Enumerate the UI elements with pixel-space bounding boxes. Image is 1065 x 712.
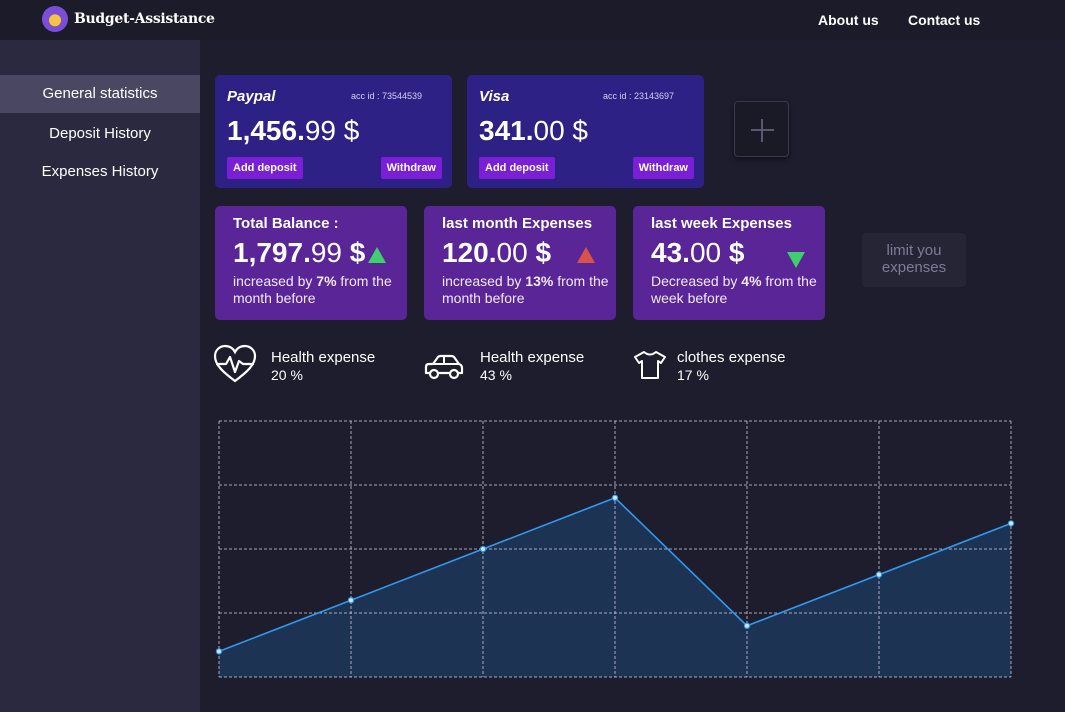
stat-amount: 120.00 $ bbox=[442, 237, 551, 269]
withdraw-button[interactable]: Withdraw bbox=[380, 157, 442, 179]
account-balance: 1,456.99 $ bbox=[227, 115, 359, 147]
plus-icon-vertical bbox=[761, 119, 763, 142]
amount-decimal: 99 bbox=[310, 237, 343, 268]
chart-data-point bbox=[611, 494, 619, 502]
amount-integer: 43. bbox=[651, 237, 690, 268]
expenses-area-chart bbox=[215, 420, 1015, 678]
chart-data-point bbox=[215, 648, 223, 655]
top-bar: Budget-Assistance About us Contact us bbox=[0, 0, 1065, 40]
account-name: Paypal bbox=[227, 88, 276, 105]
sidebar-item-deposit-history[interactable]: Deposit History bbox=[0, 115, 200, 153]
balance-decimal: 99 $ bbox=[304, 115, 360, 146]
account-id: acc id : 73544539 bbox=[350, 91, 422, 101]
tshirt-icon bbox=[634, 351, 666, 379]
account-name: Visa bbox=[479, 88, 510, 105]
balance-integer: 341. bbox=[479, 115, 534, 146]
stat-title: last week Expenses bbox=[651, 215, 792, 232]
desc-percent: 7% bbox=[316, 273, 337, 289]
stat-amount: 1,797.99 $ bbox=[233, 237, 365, 269]
desc-prefix: increased by bbox=[442, 273, 526, 289]
category-label: clothes expense bbox=[677, 349, 786, 366]
piggy-logo-icon[interactable] bbox=[42, 6, 68, 32]
chart-data-point bbox=[347, 596, 355, 604]
heart-pulse-icon bbox=[213, 344, 257, 383]
balance-decimal: 00 $ bbox=[533, 115, 589, 146]
chart-data-point bbox=[875, 571, 883, 578]
amount-integer: 1,797. bbox=[233, 237, 311, 268]
chart-data-point bbox=[1007, 520, 1015, 527]
sidebar-item-general-statistics[interactable]: General statistics bbox=[0, 75, 200, 113]
amount-decimal: 00 bbox=[689, 237, 722, 268]
desc-percent: 4% bbox=[741, 273, 762, 289]
desc-prefix: increased by bbox=[233, 273, 317, 289]
add-deposit-button[interactable]: Add deposit bbox=[479, 157, 555, 179]
account-balance: 341.00 $ bbox=[479, 115, 588, 147]
desc-prefix: Decreased by bbox=[651, 273, 742, 289]
account-id: acc id : 23143697 bbox=[602, 91, 674, 101]
category-label: Health expense bbox=[271, 349, 376, 366]
currency: $ bbox=[535, 237, 552, 268]
desc-percent: 13% bbox=[525, 273, 554, 289]
trend-down-icon bbox=[787, 252, 805, 268]
limit-expenses-button[interactable]: limit you expenses bbox=[862, 233, 966, 287]
stat-title: last month Expenses bbox=[442, 215, 593, 232]
contact-us-link[interactable]: Contact us bbox=[908, 12, 980, 28]
amount-decimal: 00 bbox=[496, 237, 528, 268]
stat-card-last-week-expenses: last week Expenses 43.00 $ Decreased by … bbox=[633, 206, 825, 320]
chart-data-point bbox=[479, 545, 487, 553]
stat-amount: 43.00 $ bbox=[651, 237, 744, 269]
stat-card-total-balance: Total Balance : 1,797.99 $ increased by … bbox=[215, 206, 407, 320]
currency: $ bbox=[728, 237, 745, 268]
category-percent: 43 % bbox=[480, 367, 512, 383]
currency: $ bbox=[349, 237, 366, 268]
add-account-button[interactable] bbox=[734, 101, 789, 157]
balance-integer: 1,456. bbox=[227, 115, 305, 146]
sidebar: General statistics Deposit History Expen… bbox=[0, 40, 200, 712]
account-card-visa: Visa acc id : 23143697 341.00 $ Add depo… bbox=[467, 75, 704, 188]
category-percent: 20 % bbox=[271, 367, 303, 383]
chart-data-point bbox=[743, 622, 751, 629]
stat-description: increased by 7% from the month before bbox=[233, 273, 403, 307]
trend-up-icon bbox=[577, 247, 595, 263]
trend-up-icon bbox=[368, 247, 386, 263]
about-us-link[interactable]: About us bbox=[818, 12, 879, 28]
sidebar-item-expenses-history[interactable]: Expenses History bbox=[0, 153, 200, 191]
account-card-paypal: Paypal acc id : 73544539 1,456.99 $ Add … bbox=[215, 75, 452, 188]
add-deposit-button[interactable]: Add deposit bbox=[227, 157, 303, 179]
stat-title: Total Balance : bbox=[233, 215, 339, 232]
car-icon bbox=[424, 354, 464, 380]
stat-description: increased by 13% from the month before bbox=[442, 273, 612, 307]
stat-description: Decreased by 4% from the week before bbox=[651, 273, 821, 307]
category-label: Health expense bbox=[480, 349, 585, 366]
withdraw-button[interactable]: Withdraw bbox=[632, 157, 694, 179]
amount-integer: 120. bbox=[442, 237, 497, 268]
category-percent: 17 % bbox=[677, 367, 709, 383]
brand-name[interactable]: Budget-Assistance bbox=[74, 11, 215, 27]
stat-card-last-month-expenses: last month Expenses 120.00 $ increased b… bbox=[424, 206, 616, 320]
